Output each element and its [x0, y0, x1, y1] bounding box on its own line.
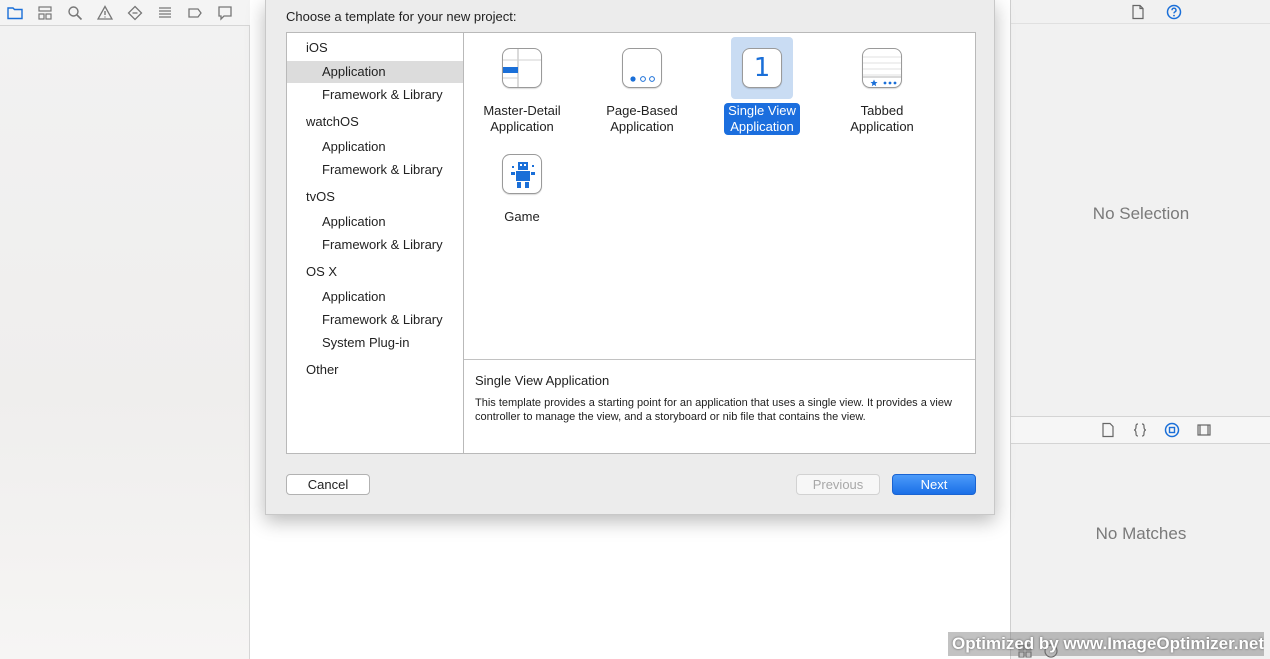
navigator-panel — [0, 0, 250, 659]
template-label-line1: Single View — [728, 103, 796, 118]
file-template-library-icon[interactable] — [1099, 421, 1117, 439]
platform-item-tvos-framework[interactable]: Framework & Library — [287, 234, 463, 256]
page-based-icon — [622, 48, 662, 88]
symbol-navigator-icon[interactable] — [36, 4, 54, 22]
platform-group-ios[interactable]: iOS — [306, 40, 328, 55]
code-snippet-library-icon[interactable] — [1131, 421, 1149, 439]
template-label-line1: Tabbed — [860, 103, 904, 118]
no-matches-label: No Matches — [1095, 524, 1187, 543]
template-icon-frame — [491, 37, 553, 99]
template-description: Single View Application This template pr… — [464, 359, 975, 453]
folder-icon[interactable] — [6, 4, 24, 22]
template-game[interactable]: Game — [467, 143, 577, 225]
single-view-icon: 1 — [742, 48, 782, 88]
platform-list: iOS Application Framework & Library watc… — [286, 32, 464, 454]
template-grid: Master-Detail Application Page-Based App… — [463, 32, 976, 454]
previous-button[interactable]: Previous — [796, 474, 880, 495]
template-icon-frame — [491, 143, 553, 205]
template-label-line1: Page-Based — [606, 103, 678, 118]
test-navigator-icon[interactable] — [126, 4, 144, 22]
file-inspector-icon[interactable] — [1129, 3, 1147, 21]
breakpoint-icon[interactable] — [186, 4, 204, 22]
platform-item-watchos-application[interactable]: Application — [287, 136, 463, 158]
template-label: Game — [500, 209, 543, 225]
platform-group-watchos[interactable]: watchOS — [306, 114, 359, 129]
template-chooser-dialog: Choose a template for your new project: … — [265, 0, 995, 515]
platform-group-osx[interactable]: OS X — [306, 264, 337, 279]
template-single-view[interactable]: 1 Single View Application — [707, 37, 817, 135]
platform-group-tvos[interactable]: tvOS — [306, 189, 335, 204]
warning-icon[interactable] — [96, 4, 114, 22]
navigator-toolbar — [0, 0, 250, 26]
platform-item-ios-framework[interactable]: Framework & Library — [287, 84, 463, 106]
single-view-icon-glyph: 1 — [753, 53, 771, 83]
template-label-line1: Master-Detail — [483, 103, 561, 118]
template-label-line2: Application — [490, 119, 554, 134]
media-library-icon[interactable] — [1195, 421, 1213, 439]
platform-group-other[interactable]: Other — [306, 362, 339, 377]
no-selection-label: No Selection — [1092, 204, 1190, 223]
inspector-panel: No Selection No Matches — [1010, 0, 1270, 659]
description-title: Single View Application — [475, 373, 610, 388]
platform-item-tvos-application[interactable]: Application — [287, 211, 463, 233]
platform-item-ios-application[interactable]: Application — [287, 61, 463, 83]
master-detail-icon — [502, 48, 542, 88]
template-label: Master-Detail Application — [479, 103, 564, 135]
dialog-title: Choose a template for your new project: — [286, 9, 517, 24]
game-icon — [502, 154, 542, 194]
template-page-based[interactable]: Page-Based Application — [587, 37, 697, 135]
description-body: This template provides a starting point … — [475, 397, 952, 423]
template-master-detail[interactable]: Master-Detail Application — [467, 37, 577, 135]
library-toolbar — [1011, 416, 1270, 444]
watermark: Optimized by www.ImageOptimizer.net — [948, 632, 1264, 656]
report-icon[interactable] — [216, 4, 234, 22]
platform-item-watchos-framework[interactable]: Framework & Library — [287, 159, 463, 181]
template-label-line2: Application — [730, 119, 794, 134]
platform-item-osx-system-plugin[interactable]: System Plug-in — [287, 332, 463, 354]
template-icon-frame: 1 — [731, 37, 793, 99]
platform-item-osx-framework[interactable]: Framework & Library — [287, 309, 463, 331]
template-label: Single View Application — [724, 103, 800, 135]
template-label: Page-Based Application — [602, 103, 682, 135]
cancel-button[interactable]: Cancel — [286, 474, 370, 495]
template-icon-frame — [851, 37, 913, 99]
template-label-line2: Application — [610, 119, 674, 134]
template-label-line2: Application — [850, 119, 914, 134]
debug-navigator-icon[interactable] — [156, 4, 174, 22]
object-library-icon[interactable] — [1163, 421, 1181, 439]
template-label: Tabbed Application — [846, 103, 918, 135]
next-button[interactable]: Next — [892, 474, 976, 495]
template-icon-frame — [611, 37, 673, 99]
inspector-toolbar — [1011, 0, 1270, 24]
search-icon[interactable] — [66, 4, 84, 22]
template-label-line1: Game — [504, 209, 540, 224]
template-tabbed[interactable]: Tabbed Application — [827, 37, 937, 135]
platform-item-osx-application[interactable]: Application — [287, 286, 463, 308]
help-icon[interactable] — [1165, 3, 1183, 21]
tabbed-icon — [862, 48, 902, 88]
